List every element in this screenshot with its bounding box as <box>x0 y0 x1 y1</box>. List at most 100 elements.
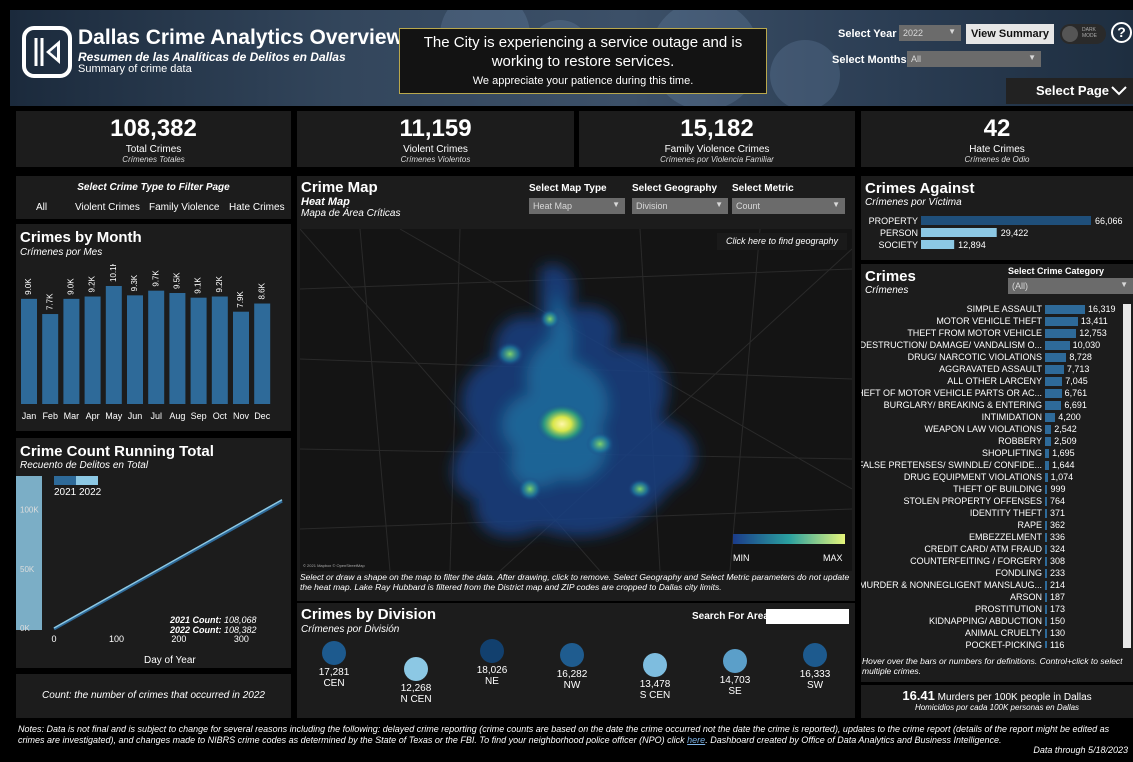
crime-category-bar[interactable] <box>1045 509 1047 518</box>
scrollbar[interactable] <box>1123 304 1131 648</box>
crime-category-row[interactable]: SIMPLE ASSAULT 16,319 <box>861 304 1133 316</box>
npo-link[interactable]: here <box>687 735 705 745</box>
crime-category-bar[interactable] <box>1045 629 1047 638</box>
help-icon[interactable]: ? <box>1111 22 1132 43</box>
map-type-dropdown[interactable]: Heat Map ▼ <box>529 198 625 214</box>
crime-category-row[interactable]: POCKET-PICKING 116 <box>861 640 1133 648</box>
crime-category-dropdown[interactable]: (All) ▼ <box>1008 278 1133 294</box>
crime-category-row[interactable]: THEFT OF BUILDING 999 <box>861 484 1133 496</box>
crime-category-row[interactable]: CREDIT CARD/ ATM FRAUD 324 <box>861 544 1133 556</box>
crime-category-bar[interactable] <box>1045 521 1047 530</box>
division-bubble[interactable] <box>322 641 346 665</box>
crime-category-bar[interactable] <box>1045 473 1048 482</box>
crime-category-row[interactable]: RAPE 362 <box>861 520 1133 532</box>
running-legend[interactable] <box>54 476 98 485</box>
crime-category-bar[interactable] <box>1045 305 1085 314</box>
crime-category-bar[interactable] <box>1045 581 1047 590</box>
crime-category-row[interactable]: STOLEN PROPERTY OFFENSES 764 <box>861 496 1133 508</box>
crime-category-bar[interactable] <box>1045 437 1052 446</box>
division-bubble[interactable] <box>643 653 667 677</box>
crime-category-bar[interactable] <box>1045 593 1047 602</box>
crime-category-row[interactable]: FONDLING 233 <box>861 568 1133 580</box>
select-year-dropdown[interactable]: 2022 ▼ <box>899 25 961 41</box>
against-bar[interactable] <box>921 228 997 237</box>
crime-category-row[interactable]: ALL OTHER LARCENY 7,045 <box>861 376 1133 388</box>
crime-category-row[interactable]: FALSE PRETENSES/ SWINDLE/ CONFIDE... 1,64… <box>861 460 1133 472</box>
crime-category-bar[interactable] <box>1045 533 1047 542</box>
against-bar[interactable] <box>921 240 955 249</box>
month-bar[interactable] <box>105 286 122 404</box>
month-bar[interactable] <box>211 296 228 404</box>
month-bar[interactable] <box>233 311 249 404</box>
crime-category-bar[interactable] <box>1045 461 1050 470</box>
month-bar[interactable] <box>190 297 207 404</box>
crime-category-bar[interactable] <box>1045 353 1067 362</box>
crime-category-row[interactable]: DRUG EQUIPMENT VIOLATIONS 1,074 <box>861 472 1133 484</box>
month-bar[interactable] <box>21 298 37 404</box>
crime-category-bar[interactable] <box>1045 317 1078 326</box>
crime-category-row[interactable]: INTIMIDATION 4,200 <box>861 412 1133 424</box>
crime-category-bar[interactable] <box>1045 641 1047 648</box>
geography-dropdown[interactable]: Division ▼ <box>632 198 728 214</box>
crime-category-row[interactable]: THEFT OF MOTOR VEHICLE PARTS OR AC... 6,7… <box>861 388 1133 400</box>
crime-category-bar[interactable] <box>1045 401 1062 410</box>
crime-category-row[interactable]: ARSON 187 <box>861 592 1133 604</box>
type-hate-button[interactable]: Hate Crimes <box>229 202 285 213</box>
month-bar[interactable] <box>254 303 271 404</box>
crime-category-row[interactable]: DRUG/ NARCOTIC VIOLATIONS 8,728 <box>861 352 1133 364</box>
type-family-button[interactable]: Family Violence <box>149 202 219 213</box>
crime-category-bar[interactable] <box>1045 425 1052 434</box>
type-all-button[interactable]: All <box>36 202 47 213</box>
type-violent-button[interactable]: Violent Crimes <box>75 202 140 213</box>
crime-category-row[interactable]: AGGRAVATED ASSAULT 7,713 <box>861 364 1133 376</box>
month-bar[interactable] <box>127 295 143 404</box>
crime-category-bar[interactable] <box>1045 377 1063 386</box>
crime-category-row[interactable]: ROBBERY 2,509 <box>861 436 1133 448</box>
running-line-2022[interactable] <box>53 499 283 629</box>
select-page-dropdown[interactable]: Select Page <box>1006 78 1133 104</box>
crime-category-bar[interactable] <box>1045 497 1047 506</box>
crime-category-row[interactable]: ANIMAL CRUELTY 130 <box>861 628 1133 640</box>
select-months-dropdown[interactable]: All ▼ <box>907 51 1041 67</box>
crime-category-row[interactable]: WEAPON LAW VIOLATIONS 2,542 <box>861 424 1133 436</box>
metric-dropdown[interactable]: Count ▼ <box>732 198 845 214</box>
crime-category-bar[interactable] <box>1045 545 1047 554</box>
division-bubble[interactable] <box>723 649 747 673</box>
month-bar[interactable] <box>84 296 101 404</box>
crime-category-row[interactable]: DESTRUCTION/ DAMAGE/ VANDALISM O... 10,03… <box>861 340 1133 352</box>
crime-category-row[interactable]: MOTOR VEHICLE THEFT 13,411 <box>861 316 1133 328</box>
crime-category-row[interactable]: IDENTITY THEFT 371 <box>861 508 1133 520</box>
crime-category-row[interactable]: PROSTITUTION 173 <box>861 604 1133 616</box>
crime-category-bar[interactable] <box>1045 557 1047 566</box>
division-bubble[interactable] <box>480 639 504 663</box>
crime-category-row[interactable]: EMBEZZELMENT 336 <box>861 532 1133 544</box>
crime-category-row[interactable]: BURGLARY/ BREAKING & ENTERING 6,691 <box>861 400 1133 412</box>
find-geography-button[interactable]: Click here to find geography <box>717 233 847 250</box>
crime-category-row[interactable]: MURDER & NONNEGLIGENT MANSLAUG... 214 <box>861 580 1133 592</box>
crime-category-bar[interactable] <box>1045 341 1070 350</box>
search-area-input[interactable] <box>766 609 849 624</box>
crime-category-row[interactable]: SHOPLIFTING 1,695 <box>861 448 1133 460</box>
crime-category-bar[interactable] <box>1045 617 1047 626</box>
division-bubble[interactable] <box>803 643 827 667</box>
division-bubble[interactable] <box>560 643 584 667</box>
running-line-2021[interactable] <box>53 499 283 631</box>
month-bar[interactable] <box>42 314 59 404</box>
view-summary-button[interactable]: View Summary <box>966 24 1054 44</box>
crime-category-bar[interactable] <box>1045 449 1050 458</box>
crime-category-row[interactable]: KIDNAPPING/ ABDUCTION 150 <box>861 616 1133 628</box>
division-bubble[interactable] <box>404 657 428 681</box>
month-bar[interactable] <box>63 298 80 404</box>
crime-category-row[interactable]: THEFT FROM MOTOR VEHICLE 12,753 <box>861 328 1133 340</box>
crime-category-bar[interactable] <box>1045 569 1047 578</box>
heat-map[interactable] <box>300 229 852 571</box>
month-bar[interactable] <box>148 290 165 404</box>
crime-category-bar[interactable] <box>1045 485 1048 494</box>
against-bar[interactable] <box>921 216 1091 225</box>
crime-category-bar[interactable] <box>1045 413 1056 422</box>
crime-category-bar[interactable] <box>1045 365 1064 374</box>
month-bar[interactable] <box>169 293 186 404</box>
crime-category-row[interactable]: COUNTERFEITING / FORGERY 308 <box>861 556 1133 568</box>
crime-category-bar[interactable] <box>1045 605 1047 614</box>
crime-category-bar[interactable] <box>1045 389 1062 398</box>
